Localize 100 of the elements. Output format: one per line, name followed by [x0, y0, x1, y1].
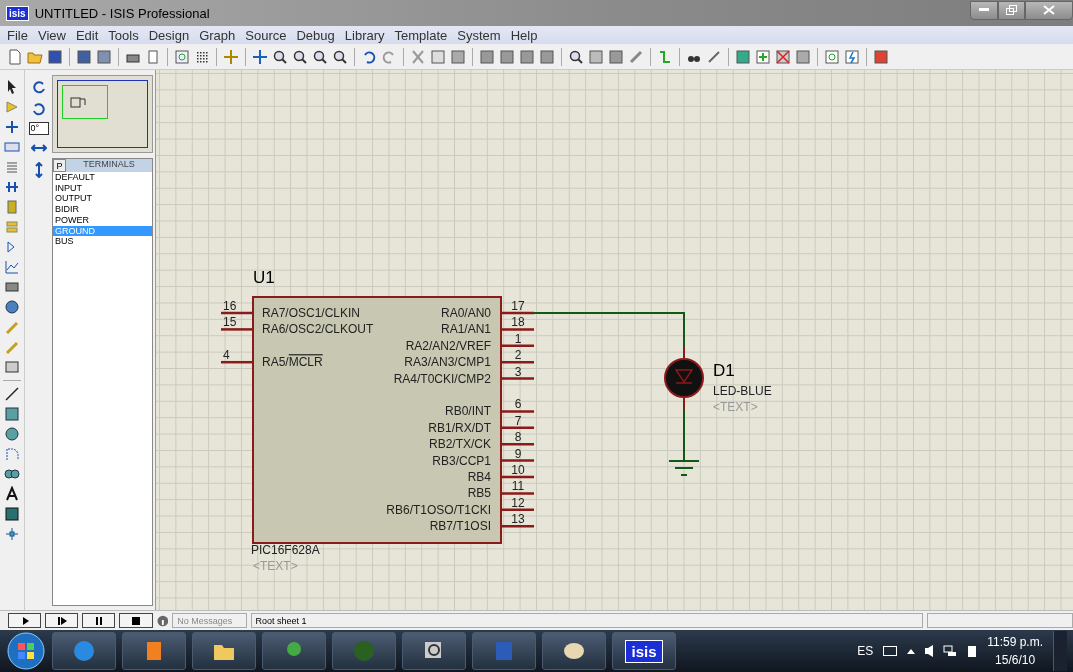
menu-item[interactable]: Graph [195, 27, 242, 43]
pin-line [501, 410, 534, 413]
pin-number: 16 [223, 299, 237, 313]
menu-item[interactable]: Edit [71, 27, 105, 43]
menu-item[interactable]: Design [144, 27, 196, 43]
origin-icon[interactable] [222, 47, 240, 66]
pin-label: RB3/CCP1 [432, 453, 491, 468]
pick-button[interactable]: P [53, 159, 66, 172]
menu-item[interactable]: Library [340, 27, 391, 43]
pin-label: RB5 [467, 486, 491, 501]
wire[interactable] [533, 312, 685, 348]
menu-item[interactable]: Help [506, 27, 544, 43]
pin-number: 17 [511, 299, 525, 313]
junction-icon[interactable] [3, 118, 21, 136]
pin-number: 1 [514, 331, 522, 346]
message-field: No Messages [172, 613, 247, 628]
menu-item[interactable]: Tools [104, 27, 145, 43]
pin-number: 9 [514, 446, 522, 461]
taskbar-button[interactable] [402, 632, 466, 670]
pin-number: 2 [514, 348, 522, 363]
taskbar-button[interactable] [542, 632, 606, 670]
speaker-icon [925, 645, 934, 657]
pin-label: RB6/T1OSO/T1CKI [386, 502, 491, 517]
pin-label: RB7/T1OSI [429, 519, 491, 534]
minimize-button[interactable] [970, 0, 998, 20]
pin-label: RB4 [467, 470, 491, 484]
part-name: PIC16F628A [251, 543, 320, 557]
pan-icon[interactable] [251, 47, 269, 66]
menu-item[interactable]: System [453, 27, 507, 43]
language-indicator[interactable]: ES [857, 644, 874, 658]
led-symbol[interactable] [664, 346, 704, 411]
terminal-list-item[interactable]: BIDIR [53, 204, 152, 215]
pin-label: RA1/AN1 [440, 322, 491, 337]
clock-time[interactable]: 11:59 p.m. [987, 635, 1043, 649]
menu-item[interactable]: View [33, 27, 72, 43]
terminal-list-item[interactable]: BUS [53, 236, 152, 247]
box-icon[interactable] [3, 405, 21, 423]
pin-line [501, 377, 534, 380]
component-reference: D1 [713, 361, 735, 380]
terminal-icon[interactable] [3, 218, 21, 236]
window-title: UNTITLED - ISIS Professional [34, 5, 211, 21]
menu-item[interactable]: Template [390, 27, 454, 43]
pin-line [501, 344, 534, 348]
pin-line [501, 475, 534, 479]
simulation-button[interactable] [45, 613, 79, 628]
terminal-list-item[interactable]: INPUT [53, 182, 152, 194]
clock-date[interactable]: 15/6/10 [995, 653, 1036, 667]
stop-icon [131, 615, 142, 626]
pin-label: RA6/OSC2/CLKOUT [262, 322, 374, 337]
sheet-field: Root sheet 1 [250, 613, 923, 628]
circle-icon[interactable] [3, 425, 21, 443]
text-icon[interactable] [3, 485, 21, 503]
pin-label: RA4/T0CKI/CMP2 [393, 371, 491, 386]
new-file-icon[interactable] [6, 47, 24, 66]
taskbar-button[interactable] [192, 632, 256, 670]
close-button[interactable] [1025, 0, 1073, 20]
pin-number: 3 [514, 364, 522, 379]
pin-number: 6 [514, 397, 522, 412]
close-icon [1043, 5, 1055, 15]
schematic-thumbnail [70, 97, 86, 108]
rotation-field[interactable]: 0° [28, 122, 49, 135]
pin-number: 4 [223, 348, 230, 363]
pin-label: RB2/TX/CK [429, 437, 491, 452]
pin-label: RB1/RX/DT [428, 420, 491, 435]
microcontroller-body[interactable] [252, 296, 502, 544]
pin-label: RA7/OSC1/CLKIN [262, 306, 361, 320]
start-orb-icon [6, 631, 46, 671]
pin-label: RA2/AN2/VREF [405, 338, 491, 353]
taskbar-button[interactable]: isis [612, 632, 676, 670]
minimize-icon [979, 8, 989, 12]
selector-title: TERMINALS [66, 159, 152, 172]
graph-icon[interactable] [3, 258, 21, 276]
electrical-check-icon[interactable] [843, 47, 861, 66]
add-sheet-icon[interactable] [754, 47, 772, 66]
restore-button[interactable] [998, 0, 1025, 20]
terminal-list-item[interactable]: DEFAULT [53, 172, 152, 183]
keyboard-icon [883, 646, 898, 656]
taskbar-button[interactable] [262, 632, 326, 670]
pin-number: 15 [223, 315, 237, 330]
pin-line [221, 311, 253, 315]
pin-line [501, 492, 534, 495]
simulation-button[interactable] [82, 613, 116, 628]
menu-item[interactable]: File [3, 27, 34, 43]
line-icon[interactable] [3, 385, 21, 403]
pin-number: 13 [511, 512, 525, 527]
simulation-button[interactable] [119, 613, 153, 628]
simulation-button[interactable] [8, 613, 42, 628]
ground-symbol[interactable] [668, 460, 700, 476]
overview-window[interactable] [52, 75, 153, 153]
info-icon [156, 614, 169, 627]
delete-sheet-icon[interactable] [774, 47, 792, 66]
menu-item[interactable]: Debug [292, 27, 341, 43]
menu-item[interactable]: Source [241, 27, 293, 43]
pin-line [221, 328, 253, 331]
terminal-list-item[interactable]: POWER [53, 214, 152, 226]
terminal-list-item[interactable]: OUTPUT [53, 193, 152, 205]
part-name: LED-BLUE [713, 384, 772, 398]
pin-line [501, 524, 534, 528]
taskbar-button[interactable] [122, 632, 186, 670]
text-placeholder: <TEXT> [713, 400, 758, 414]
